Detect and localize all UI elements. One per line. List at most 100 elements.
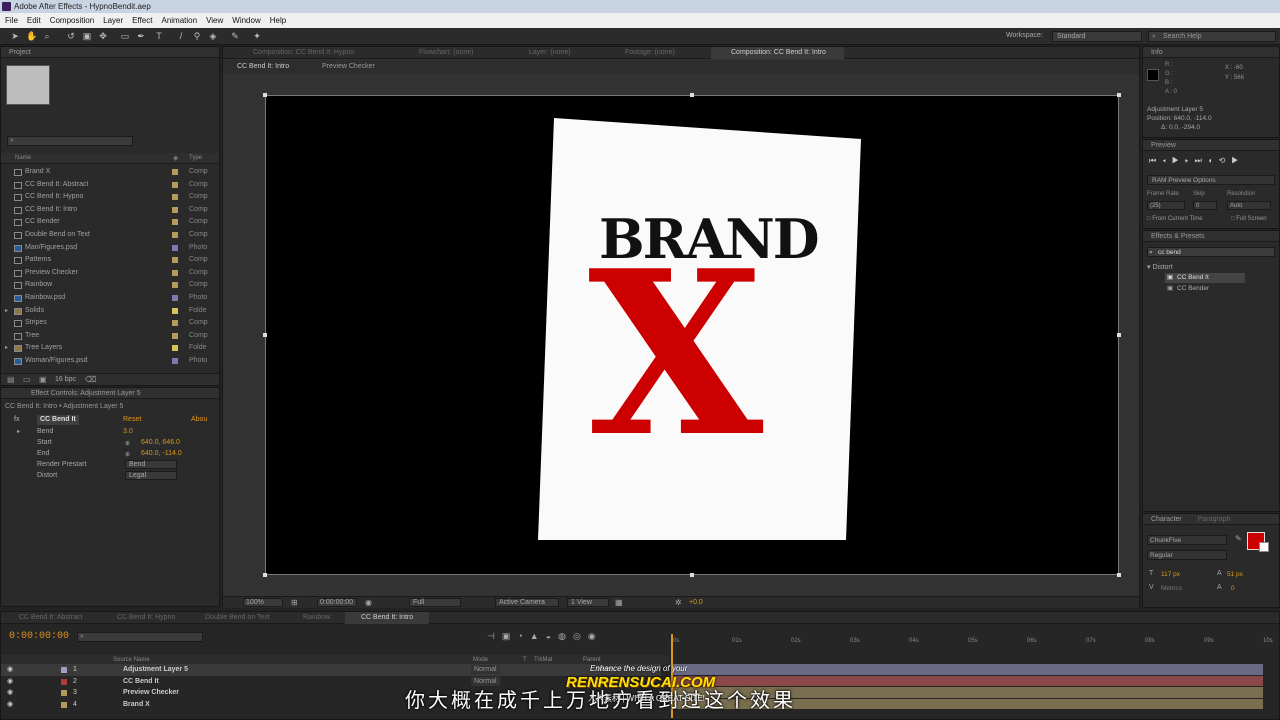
menu-animation[interactable]: Animation [161, 13, 197, 28]
effects-category-distort[interactable]: ▾ Distort [1147, 263, 1173, 271]
visibility-eye-icon[interactable]: ◉ [7, 664, 13, 676]
timeline-tab[interactable]: Double Bend on Text [189, 612, 270, 624]
viewer-tab[interactable]: Layer: (none) [509, 47, 571, 59]
project-item[interactable]: ▸ Tree Layers Folde [1, 342, 217, 355]
label-color-swatch[interactable] [172, 181, 178, 188]
leading-value[interactable]: 51 px [1227, 571, 1243, 578]
new-comp-icon[interactable]: ▣ [39, 375, 47, 384]
project-item[interactable]: CC Bend It: Hypno Comp [1, 191, 217, 204]
selection-handle[interactable] [690, 573, 694, 577]
camera-tool-icon[interactable]: ▣ [82, 31, 92, 41]
layer-name[interactable]: Preview Checker [123, 687, 179, 699]
menu-composition[interactable]: Composition [50, 13, 94, 28]
menu-edit[interactable]: Edit [27, 13, 41, 28]
selection-handle[interactable] [1117, 333, 1121, 337]
viewer-timecode[interactable]: 0:00:00:00 [317, 598, 357, 607]
project-item[interactable]: CC Bender Comp [1, 216, 217, 229]
col-trkmat[interactable]: TrkMat [534, 657, 552, 663]
timeline-timecode[interactable]: 0:00:00:00 [9, 631, 69, 642]
effect-controls-tab[interactable]: Effect Controls: Adjustment Layer 5 [31, 390, 141, 397]
eraser-tool-icon[interactable]: ◈ [208, 31, 218, 41]
effect-about-link[interactable]: Abou [191, 416, 207, 423]
layer-label-swatch[interactable] [61, 701, 67, 708]
project-item[interactable]: Brand X Comp [1, 166, 217, 179]
frame-rate-select[interactable]: (25) [1147, 201, 1185, 210]
audio-icon[interactable]: ◖ [1208, 156, 1219, 165]
label-color-swatch[interactable] [172, 257, 178, 264]
timeline-search-input[interactable]: ⌕ [77, 632, 203, 642]
label-color-swatch[interactable] [172, 269, 178, 276]
render-prestart-select[interactable]: Bend [125, 460, 177, 469]
crosshair-icon[interactable]: ⊕ [125, 451, 130, 458]
layer-label-swatch[interactable] [61, 678, 67, 685]
zoom-tool-icon[interactable]: ⌕ [42, 31, 52, 41]
viewer-tab[interactable]: Flowchart: (none) [399, 47, 473, 59]
timeline-tab[interactable]: CC Bend It: Abstract [3, 612, 82, 624]
timeline-tab[interactable]: Rainbow [287, 612, 330, 624]
exposure-value[interactable]: +0.0 [689, 599, 703, 606]
tab-paragraph[interactable]: Paragraph [1184, 516, 1231, 523]
first-frame-icon[interactable]: ⏮ [1149, 156, 1162, 165]
project-item[interactable]: Woman/Figures.psd Photo [1, 355, 217, 368]
menu-help[interactable]: Help [270, 13, 286, 28]
pan-behind-tool-icon[interactable]: ✥ [98, 31, 108, 41]
trash-icon[interactable]: ⌫ [85, 375, 96, 384]
prop-value[interactable]: 640.0, -114.0 [141, 450, 182, 457]
col-mode[interactable]: Mode [473, 657, 488, 663]
skip-select[interactable]: 0 [1193, 201, 1217, 210]
crosshair-icon[interactable]: ⊕ [125, 440, 130, 447]
menu-layer[interactable]: Layer [103, 13, 123, 28]
font-family-select[interactable]: ChunkFive [1147, 535, 1227, 545]
tab-character[interactable]: Character [1143, 516, 1182, 523]
loop-icon[interactable]: ⟲ [1219, 156, 1232, 165]
timeline-tab[interactable]: CC Bend It: Intro [345, 612, 430, 624]
selection-handle[interactable] [1117, 573, 1121, 577]
project-search-input[interactable]: ⌕ [7, 136, 133, 146]
timeline-tab[interactable]: CC Bend It: Hypno [101, 612, 175, 624]
project-item[interactable]: Man/Figures.psd Photo [1, 242, 217, 255]
visibility-eye-icon[interactable]: ◉ [7, 676, 13, 688]
font-size-value[interactable]: 117 px [1161, 571, 1180, 578]
distort-select[interactable]: Legal [125, 471, 177, 480]
col-type[interactable]: Type [189, 155, 202, 161]
label-color-swatch[interactable] [172, 244, 178, 251]
eyedropper-icon[interactable]: ✎ [1235, 534, 1242, 543]
safe-zones-icon[interactable]: ⊞ [291, 598, 298, 607]
label-color-swatch[interactable] [172, 232, 178, 238]
menu-window[interactable]: Window [232, 13, 260, 28]
selection-handle[interactable] [263, 573, 267, 577]
expand-arrow-icon[interactable]: ▸ [5, 305, 8, 318]
interpret-footage-icon[interactable]: ▤ [7, 375, 15, 384]
full-screen-option[interactable]: □ Full Screen [1231, 216, 1267, 222]
effect-item-cc-bender[interactable]: ▣ CC Bender [1165, 284, 1209, 294]
effects-search-input[interactable]: ⌕ cc bend [1147, 247, 1275, 257]
exposure-icon[interactable]: ✲ [675, 598, 682, 607]
label-color-swatch[interactable] [172, 358, 178, 364]
magnification-select[interactable]: 100% [243, 598, 283, 607]
hand-tool-icon[interactable]: ✋ [26, 31, 37, 41]
visibility-eye-icon[interactable]: ◉ [7, 687, 13, 699]
ram-preview-options-select[interactable]: RAM Preview Options [1147, 175, 1275, 185]
pen-tool-icon[interactable]: ✒ [136, 31, 146, 41]
effect-reset-link[interactable]: Reset [123, 416, 141, 423]
selection-handle[interactable] [263, 333, 267, 337]
effect-item-cc-bend-it[interactable]: ▣ CC Bend It [1165, 273, 1245, 283]
visibility-eye-icon[interactable]: ◉ [7, 699, 13, 711]
brush-tool-icon[interactable]: / [176, 31, 186, 41]
col-t[interactable]: T [523, 657, 527, 663]
fx-icon[interactable]: fx [14, 416, 19, 423]
label-color-swatch[interactable] [172, 332, 178, 339]
viewer-tab[interactable]: Footage: (none) [605, 47, 675, 59]
project-item[interactable]: Tree Comp [1, 330, 217, 343]
expand-arrow-icon[interactable]: ▸ [5, 342, 8, 355]
comp-canvas[interactable]: BRAND X [265, 95, 1119, 575]
prop-value[interactable]: 640.0, 646.0 [141, 439, 180, 446]
project-item[interactable]: ▸ Solids Folde [1, 305, 217, 318]
play-icon[interactable]: ▶ [1172, 156, 1185, 165]
project-item[interactable]: Preview Checker Comp [1, 267, 217, 280]
layer-label-swatch[interactable] [61, 667, 67, 673]
views-select[interactable]: 1 View [567, 598, 609, 607]
selection-handle[interactable] [1117, 93, 1121, 97]
time-ruler[interactable]: 0s 01s 02s 03s 04s 05s 06s 07s 08s 09s 10s [669, 632, 1273, 652]
live-update-icon[interactable]: ◉ [588, 631, 603, 641]
